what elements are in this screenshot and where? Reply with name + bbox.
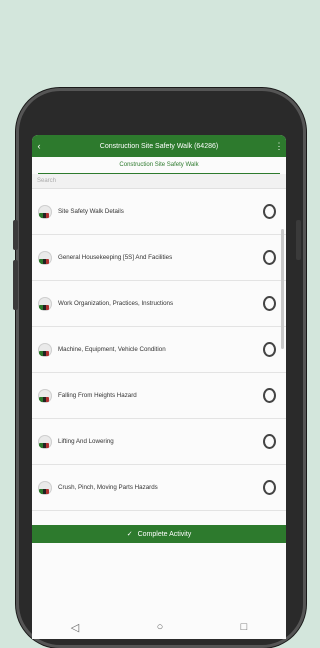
list-item[interactable]: Work Organization, Practices, Instructio…: [32, 281, 286, 327]
list-item[interactable]: Site Safety Walk Details: [32, 189, 286, 235]
app-bar: ‹ Construction Site Safety Walk (64286) …: [32, 135, 286, 157]
list-item[interactable]: Lifting And Lowering: [32, 419, 286, 465]
section-image-icon: [38, 434, 52, 449]
progress-ring-icon: [263, 250, 276, 265]
progress-ring-icon: [263, 480, 276, 495]
list-item[interactable]: Falling From Heights Hazard: [32, 373, 286, 419]
list-item[interactable]: Machine, Equipment, Vehicle Condition: [32, 327, 286, 373]
progress-ring-icon: [263, 296, 276, 311]
progress-ring-icon: [263, 204, 276, 219]
section-image-icon: [38, 250, 52, 265]
section-list: Site Safety Walk Details General Houseke…: [32, 189, 286, 511]
list-item-label: Lifting And Lowering: [58, 438, 114, 445]
complete-activity-label: Complete Activity: [137, 530, 192, 538]
nav-home-icon[interactable]: ○: [157, 621, 164, 633]
section-image-icon: [38, 388, 52, 403]
list-item-label: Crush, Pinch, Moving Parts Hazards: [58, 484, 158, 491]
section-image-icon: [38, 480, 52, 495]
scrollbar[interactable]: [281, 229, 284, 349]
nav-back-icon[interactable]: ◁: [71, 621, 79, 634]
section-image-icon: [38, 204, 52, 219]
check-icon: ✓: [126, 531, 133, 538]
list-item-label: Falling From Heights Hazard: [58, 392, 137, 399]
section-image-icon: [38, 296, 52, 311]
list-item[interactable]: Crush, Pinch, Moving Parts Hazards: [32, 465, 286, 511]
list-item-label: General Housekeeping [5S] And Facilities: [58, 254, 173, 261]
list-item-label: Machine, Equipment, Vehicle Condition: [58, 346, 166, 353]
phone-side-button: [13, 260, 18, 310]
list-item[interactable]: General Housekeeping [5S] And Facilities: [32, 235, 286, 281]
phone-side-button: [13, 220, 18, 250]
list-item-label: Site Safety Walk Details: [58, 208, 124, 215]
search-input[interactable]: Search: [32, 174, 286, 189]
app-screen: ‹ Construction Site Safety Walk (64286) …: [32, 135, 286, 639]
more-options-icon[interactable]: ⋮: [272, 141, 286, 152]
progress-ring-icon: [263, 434, 276, 449]
back-icon[interactable]: ‹: [32, 141, 46, 151]
nav-recents-icon[interactable]: □: [241, 621, 248, 633]
checklist-subtitle: Construction Site Safety Walk: [38, 157, 280, 174]
progress-ring-icon: [263, 388, 276, 403]
page-title: Construction Site Safety Walk (64286): [99, 142, 219, 150]
section-image-icon: [38, 342, 52, 357]
progress-ring-icon: [263, 342, 276, 357]
phone-side-button: [296, 220, 301, 260]
list-item-label: Work Organization, Practices, Instructio…: [58, 300, 174, 307]
system-nav-bar: ◁ ○ □: [32, 615, 286, 639]
complete-activity-button[interactable]: ✓ Complete Activity: [32, 525, 286, 543]
